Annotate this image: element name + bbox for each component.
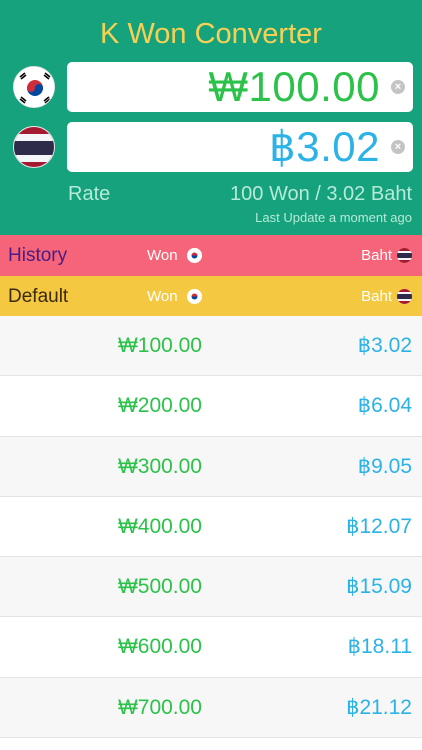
list-item[interactable]: ₩400.00 ฿12.07 bbox=[0, 497, 422, 558]
row-baht-value: ฿12.07 bbox=[346, 514, 412, 538]
row-baht-value: ฿18.11 bbox=[347, 635, 412, 659]
list-item[interactable]: ₩200.00 ฿6.04 bbox=[0, 376, 422, 437]
list-item[interactable]: ₩100.00 ฿3.02 bbox=[0, 316, 422, 377]
default-bar[interactable]: Default Won Baht bbox=[0, 276, 422, 316]
thailand-flag-icon bbox=[397, 289, 412, 304]
won-input-value: ₩100.00 bbox=[208, 63, 380, 110]
default-baht-label: Baht bbox=[361, 288, 392, 305]
row-won-value: ₩500.00 bbox=[117, 575, 202, 599]
history-baht-label: Baht bbox=[361, 247, 392, 264]
row-baht-value: ฿15.09 bbox=[346, 575, 412, 599]
row-baht-value: ฿9.05 bbox=[357, 454, 412, 478]
default-won-label: Won bbox=[147, 288, 178, 305]
history-label: History bbox=[8, 245, 68, 266]
converter-header: K Won Converter ₩100.00 × ฿3.02 × Rate 1… bbox=[0, 0, 422, 235]
list-item[interactable]: ₩300.00 ฿9.05 bbox=[0, 436, 422, 497]
row-won-value: ₩600.00 bbox=[117, 635, 202, 659]
history-bar[interactable]: History Won Baht bbox=[0, 235, 422, 276]
default-label: Default bbox=[8, 286, 69, 307]
won-input[interactable]: ₩100.00 × bbox=[67, 62, 413, 112]
list-item[interactable]: ₩600.00 ฿18.11 bbox=[0, 617, 422, 678]
row-baht-value: ฿21.12 bbox=[346, 695, 412, 719]
row-baht-value: ฿3.02 bbox=[357, 334, 412, 357]
row-won-value: ₩300.00 bbox=[117, 454, 202, 478]
list-item[interactable]: ₩500.00 ฿15.09 bbox=[0, 557, 422, 618]
thailand-flag-icon bbox=[13, 126, 55, 168]
row-won-value: ₩200.00 bbox=[117, 394, 202, 418]
row-baht-value: ฿6.04 bbox=[357, 394, 412, 418]
korea-flag-icon bbox=[187, 248, 202, 263]
history-won-label: Won bbox=[147, 247, 178, 264]
row-won-value: ₩100.00 bbox=[117, 334, 202, 357]
korea-flag-icon bbox=[13, 66, 55, 108]
clear-won-icon[interactable]: × bbox=[391, 80, 405, 94]
clear-baht-icon[interactable]: × bbox=[391, 140, 405, 154]
korea-flag-icon bbox=[187, 289, 202, 304]
list-item[interactable]: ₩700.00 ฿21.12 bbox=[0, 677, 422, 739]
baht-input-value: ฿3.02 bbox=[269, 123, 380, 170]
row-won-value: ₩700.00 bbox=[117, 695, 202, 719]
row-won-value: ₩400.00 bbox=[117, 514, 202, 538]
baht-input[interactable]: ฿3.02 × bbox=[67, 122, 413, 172]
last-update-text: Last Update a moment ago bbox=[255, 210, 412, 225]
conversion-list: ₩100.00 ฿3.02 ₩200.00 ฿6.04 ₩300.00 ฿9.0… bbox=[0, 316, 422, 739]
thailand-flag-icon bbox=[397, 248, 412, 263]
rate-label: Rate bbox=[68, 183, 111, 205]
app-title: K Won Converter bbox=[100, 18, 322, 50]
rate-value: 100 Won / 3.02 Baht bbox=[230, 183, 412, 205]
